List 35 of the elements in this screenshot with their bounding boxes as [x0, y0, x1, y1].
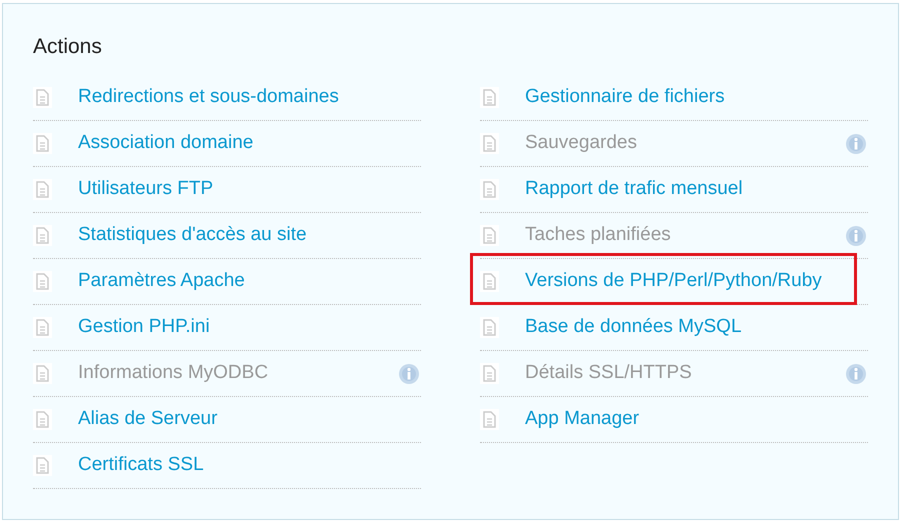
info-icon[interactable] — [845, 132, 867, 155]
document-icon — [480, 133, 499, 154]
action-link[interactable]: App Manager — [525, 405, 640, 434]
action-link[interactable]: Statistiques d'accès au site — [78, 221, 307, 250]
info-icon[interactable] — [845, 362, 867, 385]
panel-title: Actions — [33, 34, 103, 60]
document-icon — [480, 317, 499, 338]
action-link[interactable]: Certificats SSL — [78, 451, 204, 480]
document-icon — [480, 409, 499, 430]
document-icon — [33, 225, 52, 246]
action-link[interactable]: Paramètres Apache — [78, 267, 245, 296]
action-link[interactable]: Redirections et sous-domaines — [78, 83, 339, 112]
document-icon — [480, 363, 499, 384]
document-icon — [33, 409, 52, 430]
info-icon[interactable] — [845, 224, 867, 247]
document-icon — [480, 225, 499, 246]
action-link[interactable]: Versions de PHP/Perl/Python/Ruby — [525, 267, 822, 296]
action-link[interactable]: Alias de Serveur — [78, 405, 218, 434]
document-icon — [33, 179, 52, 200]
action-link[interactable]: Base de données MySQL — [525, 313, 742, 342]
document-icon — [33, 317, 52, 338]
document-icon — [33, 363, 52, 384]
document-icon — [33, 133, 52, 154]
document-icon — [33, 87, 52, 108]
document-icon — [480, 179, 499, 200]
info-icon[interactable] — [398, 362, 420, 385]
document-icon — [33, 455, 52, 476]
action-link[interactable]: Rapport de trafic mensuel — [525, 175, 743, 204]
action-link[interactable]: Utilisateurs FTP — [78, 175, 214, 204]
action-link[interactable]: Gestionnaire de fichiers — [525, 83, 725, 112]
action-link[interactable]: Gestion PHP.ini — [78, 313, 210, 342]
action-link[interactable]: Association domaine — [78, 129, 254, 158]
document-icon — [480, 87, 499, 108]
document-icon — [33, 271, 52, 292]
document-icon — [480, 271, 499, 292]
